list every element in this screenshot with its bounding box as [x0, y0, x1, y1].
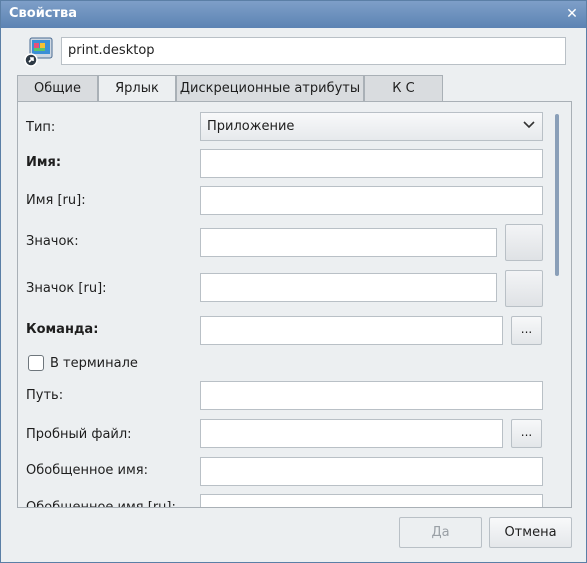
tryexec-browse-button[interactable]: ... — [511, 419, 542, 448]
generic-name-label: Обобщенное имя: — [26, 463, 149, 478]
icon-input[interactable] — [200, 228, 497, 257]
icon-ru-picker-button[interactable] — [505, 270, 543, 307]
tab-shortcut[interactable]: Ярлык — [98, 75, 176, 103]
command-input[interactable] — [200, 316, 503, 345]
type-select[interactable]: Приложение — [200, 112, 543, 141]
tab-discretionary-attributes[interactable]: Дискреционные атрибуты — [176, 75, 364, 102]
name-ru-input[interactable] — [200, 186, 543, 215]
shortcut-panel: Тип: Приложение Имя: Имя [ru]: Значок: З… — [17, 101, 572, 508]
properties-dialog: Свойства ✕ print.desktop Общие Ярлык Дис… — [0, 0, 587, 563]
terminal-label: В терминале — [50, 356, 138, 371]
icon-ru-input[interactable] — [200, 273, 497, 302]
generic-name-ru-input[interactable] — [200, 494, 543, 507]
tab-general[interactable]: Общие — [17, 75, 98, 102]
tryexec-input[interactable] — [200, 419, 503, 448]
command-label: Команда: — [26, 322, 99, 337]
chevron-down-icon — [523, 121, 535, 129]
generic-name-input[interactable] — [200, 457, 543, 486]
type-label: Тип: — [26, 120, 56, 135]
path-label: Путь: — [26, 388, 64, 403]
command-browse-button[interactable]: ... — [511, 316, 542, 345]
type-select-value: Приложение — [207, 119, 295, 134]
tab-ks[interactable]: К С — [364, 75, 443, 102]
name-input[interactable] — [200, 149, 543, 178]
ok-button[interactable]: Да — [399, 517, 482, 548]
desktop-shortcut-icon — [24, 37, 53, 67]
path-input[interactable] — [200, 381, 543, 410]
tryexec-label: Пробный файл: — [26, 427, 132, 442]
close-icon[interactable]: ✕ — [563, 5, 581, 23]
name-ru-label: Имя [ru]: — [26, 193, 86, 208]
file-name-input[interactable]: print.desktop — [61, 37, 566, 65]
scrollbar[interactable] — [555, 114, 559, 276]
generic-name-ru-label: Обобщенное имя [ru]: — [26, 500, 176, 508]
icon-ru-label: Значок [ru]: — [26, 281, 107, 296]
window-title: Свойства — [9, 6, 78, 21]
icon-label: Значок: — [26, 234, 79, 249]
title-bar: Свойства ✕ — [1, 1, 586, 28]
icon-picker-button[interactable] — [505, 224, 543, 261]
cancel-button[interactable]: Отмена — [489, 517, 572, 548]
name-label: Имя: — [26, 155, 62, 170]
terminal-checkbox[interactable] — [28, 355, 44, 371]
